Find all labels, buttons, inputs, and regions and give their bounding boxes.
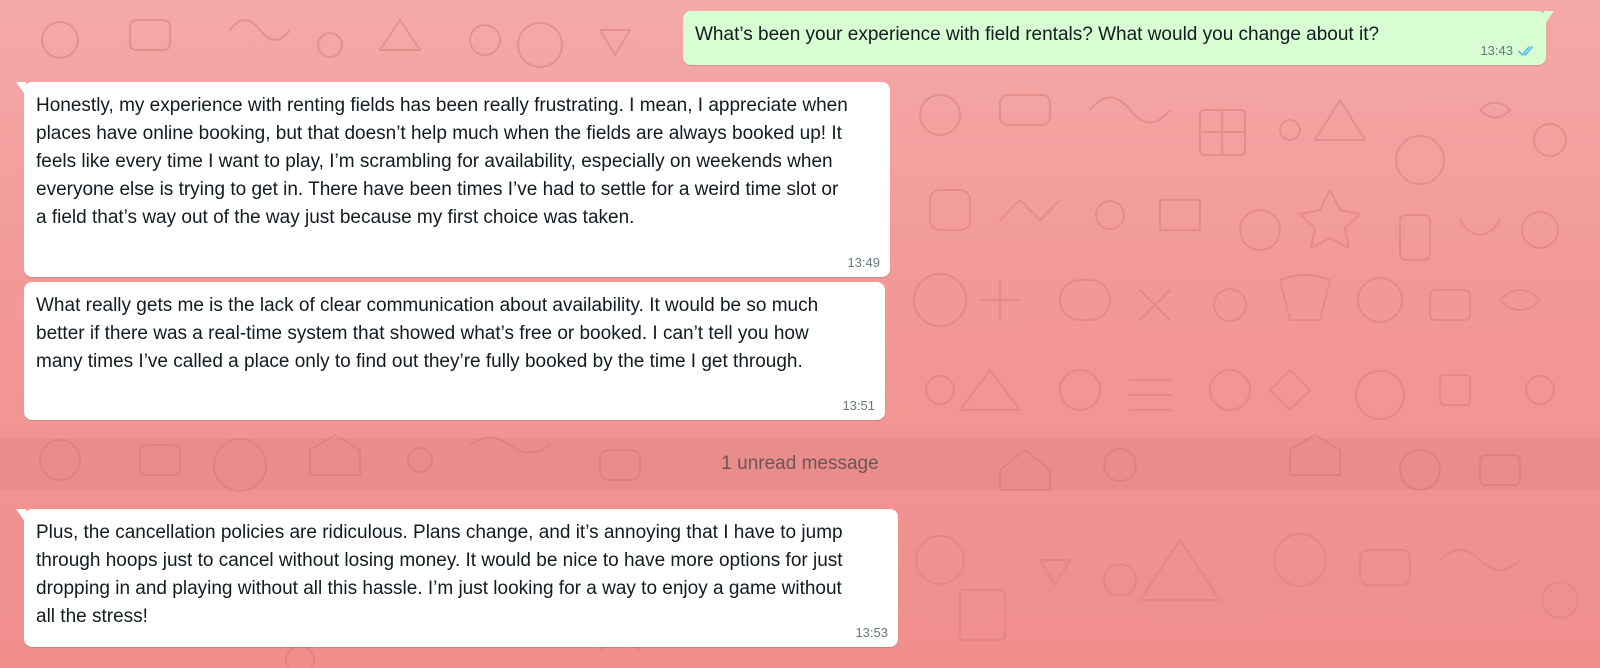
message-meta: 13:53 <box>855 625 888 641</box>
message-meta: 13:49 <box>847 255 880 271</box>
message-text: Honestly, my experience with renting fie… <box>36 95 848 228</box>
message-meta: 13:51 <box>842 398 875 414</box>
message-time: 13:43 <box>1480 43 1513 58</box>
bubble-tail-icon <box>16 82 26 96</box>
bubble-tail-icon <box>1544 11 1554 25</box>
message-time: 13:51 <box>842 398 875 413</box>
incoming-message-bubble[interactable]: Plus, the cancellation policies are ridi… <box>16 509 898 647</box>
unread-messages-label: 1 unread message <box>721 453 879 474</box>
message-time: 13:53 <box>855 625 888 640</box>
incoming-message-bubble[interactable]: Honestly, my experience with renting fie… <box>16 82 890 277</box>
message-text: What’s been your experience with field r… <box>695 24 1380 45</box>
message-text: Plus, the cancellation policies are ridi… <box>36 522 843 627</box>
bubble-tail-icon <box>16 509 26 523</box>
unread-messages-divider: 1 unread message <box>0 438 1600 490</box>
outgoing-message-bubble[interactable]: What’s been your experience with field r… <box>683 11 1554 65</box>
double-check-read-icon <box>1518 45 1536 57</box>
message-meta: 13:43 <box>1480 43 1536 59</box>
message-text: What really gets me is the lack of clear… <box>36 295 819 372</box>
message-time: 13:49 <box>847 255 880 270</box>
chat-message-area[interactable]: What’s been your experience with field r… <box>0 0 1600 668</box>
incoming-message-bubble[interactable]: What really gets me is the lack of clear… <box>24 282 885 420</box>
